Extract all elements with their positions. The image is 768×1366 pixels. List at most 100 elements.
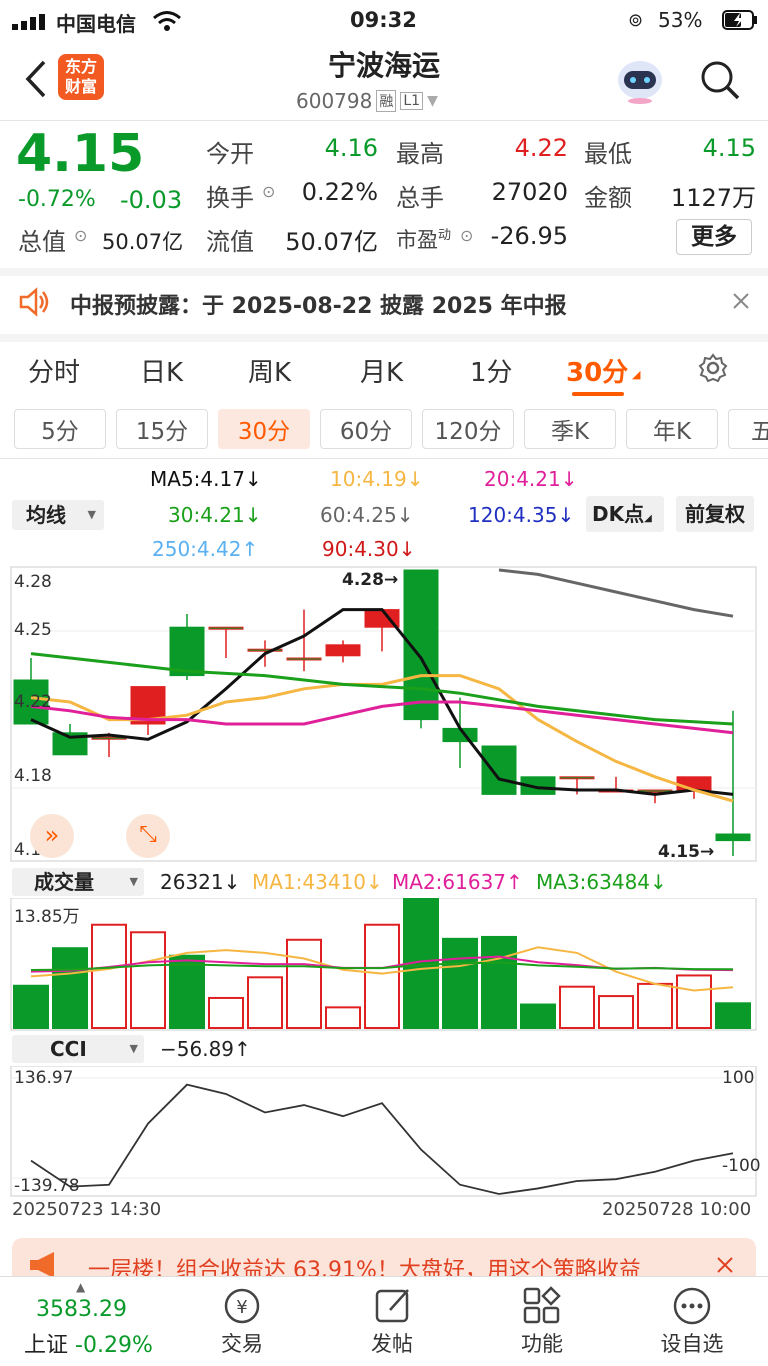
info-icon[interactable]: ⊙: [74, 226, 87, 245]
divider: [0, 268, 768, 276]
battery-icon: [722, 10, 757, 30]
volume-bar: [325, 1006, 361, 1030]
nav-watchlist[interactable]: 设自选: [632, 1328, 752, 1358]
tab-monthly-k[interactable]: 月K: [360, 352, 403, 389]
caret-icon: ◢: [632, 368, 641, 381]
volume-bar: [169, 954, 205, 1029]
divider: [0, 458, 768, 459]
pill-5min[interactable]: 5分: [14, 409, 106, 449]
caret-up-icon: ▲: [76, 1280, 86, 1294]
pill-15min[interactable]: 15分: [116, 409, 208, 449]
status-bar: 中国电信 09:32 ⊚ 53%: [12, 8, 757, 36]
nav-functions[interactable]: 功能: [482, 1328, 602, 1358]
megaphone-icon: [30, 1252, 54, 1278]
volume-max-label: 13.85万: [14, 907, 80, 927]
indicator-selector[interactable]: 均线 ▼: [12, 500, 104, 530]
y-label: 4.22: [14, 692, 52, 712]
pill-120min[interactable]: 120分: [422, 409, 514, 449]
cci-top-label: 136.97: [14, 1068, 74, 1088]
volume-label: 总手: [396, 184, 444, 212]
close-icon[interactable]: [716, 1256, 734, 1274]
adjust-button[interactable]: 前复权: [676, 496, 754, 532]
nav-trade[interactable]: 交易: [182, 1328, 302, 1358]
ma90-legend: 90:4.30↓: [322, 537, 416, 561]
stock-code-row[interactable]: 600798 融 L1 ▼: [296, 88, 438, 114]
volume-bar: [481, 935, 517, 1029]
index-row[interactable]: 上证 -0.29%: [24, 1327, 153, 1359]
app-logo[interactable]: 东方 财富: [58, 54, 104, 100]
trade-icon[interactable]: ¥: [222, 1286, 264, 1326]
index-value[interactable]: 3583.29: [36, 1297, 127, 1322]
fullscreen-icon[interactable]: ⤡: [126, 814, 170, 858]
cci-value: −56.89↑: [160, 1037, 251, 1061]
tab-intraday[interactable]: 分时: [28, 352, 80, 389]
amount-label: 金额: [584, 184, 632, 212]
candle-body: [559, 776, 595, 780]
more-button[interactable]: 更多: [676, 219, 752, 255]
pill-60min[interactable]: 60分: [320, 409, 412, 449]
signal-icon: [12, 14, 45, 30]
tab-daily-k[interactable]: 日K: [140, 352, 183, 389]
lock-rotation-icon: ⊚: [628, 10, 644, 31]
pill-five[interactable]: 五: [728, 409, 768, 449]
close-icon[interactable]: [732, 292, 750, 310]
y-label-top: 4.28: [14, 572, 52, 592]
turnover-label: 换手: [206, 184, 254, 212]
kline-chart[interactable]: [0, 566, 768, 864]
candle-body: [715, 833, 751, 842]
candle-body: [169, 626, 205, 677]
volume-chart[interactable]: [0, 898, 768, 1032]
notice-text[interactable]: 中报预披露：于 2025-08-22 披露 2025 年中报: [70, 288, 567, 320]
cci-bottom-label: -139.78: [14, 1176, 80, 1196]
change-amount: -0.03: [120, 186, 183, 214]
candle-body: [325, 644, 361, 657]
divider: [0, 120, 768, 121]
margin-badge: 融: [376, 90, 397, 112]
tab-1min[interactable]: 1分: [470, 352, 513, 389]
pill-30min[interactable]: 30分: [218, 409, 310, 449]
pill-quarter-k[interactable]: 季K: [524, 409, 616, 449]
cci-selector[interactable]: CCI ▼: [12, 1035, 144, 1063]
carrier-label: 中国电信: [56, 12, 136, 36]
float-mv-value: 50.07亿: [285, 228, 378, 256]
volume-bar: [247, 976, 283, 1029]
last-price: 4.15: [16, 124, 145, 184]
vol-ma3: MA3:63484↓: [536, 870, 667, 894]
candle-body: [286, 657, 322, 661]
volume-value: 27020: [491, 178, 568, 206]
tab-weekly-k[interactable]: 周K: [248, 352, 291, 389]
functions-icon[interactable]: [522, 1286, 562, 1326]
ma60-legend: 60:4.25↓: [320, 503, 414, 527]
dk-point-button[interactable]: DK点◢: [586, 496, 664, 532]
wifi-icon: [153, 11, 181, 31]
high-label: 最高: [396, 140, 444, 168]
vol-ma2: MA2:61637↑: [392, 870, 523, 894]
cci-chart[interactable]: [0, 1066, 768, 1200]
volume-selector[interactable]: 成交量 ▼: [12, 868, 144, 896]
tab-30min[interactable]: 30分: [566, 352, 628, 389]
cci-right-top: 100: [722, 1068, 755, 1088]
stock-name: 宁波海运: [327, 49, 440, 82]
settings-gear-icon[interactable]: [698, 353, 728, 383]
total-mv-value: 50.07亿: [102, 230, 184, 254]
x-axis-end: 20250728 10:00: [602, 1199, 752, 1220]
info-icon[interactable]: ⊙: [262, 182, 275, 201]
low-value: 4.15: [702, 134, 756, 162]
more-dots-icon[interactable]: [672, 1286, 712, 1326]
post-icon[interactable]: [374, 1286, 414, 1326]
back-arrow-icon[interactable]: [24, 60, 48, 98]
nav-post[interactable]: 发帖: [332, 1328, 452, 1358]
ma20-legend: 20:4.21↓: [484, 467, 578, 491]
candle-body: [208, 626, 244, 630]
ma30-legend: 30:4.21↓: [168, 503, 262, 527]
search-icon[interactable]: [698, 58, 742, 102]
high-marker: 4.28→: [342, 570, 399, 590]
ma120-legend: 120:4.35↓: [468, 503, 575, 527]
volume-bar: [13, 984, 49, 1029]
robot-assistant-icon[interactable]: [614, 54, 666, 104]
expand-right-icon[interactable]: »: [30, 814, 74, 858]
total-mv-label: 总值: [18, 228, 66, 256]
cci-right-bottom: -100: [722, 1156, 761, 1176]
pill-year-k[interactable]: 年K: [626, 409, 718, 449]
speaker-icon: [19, 287, 49, 317]
